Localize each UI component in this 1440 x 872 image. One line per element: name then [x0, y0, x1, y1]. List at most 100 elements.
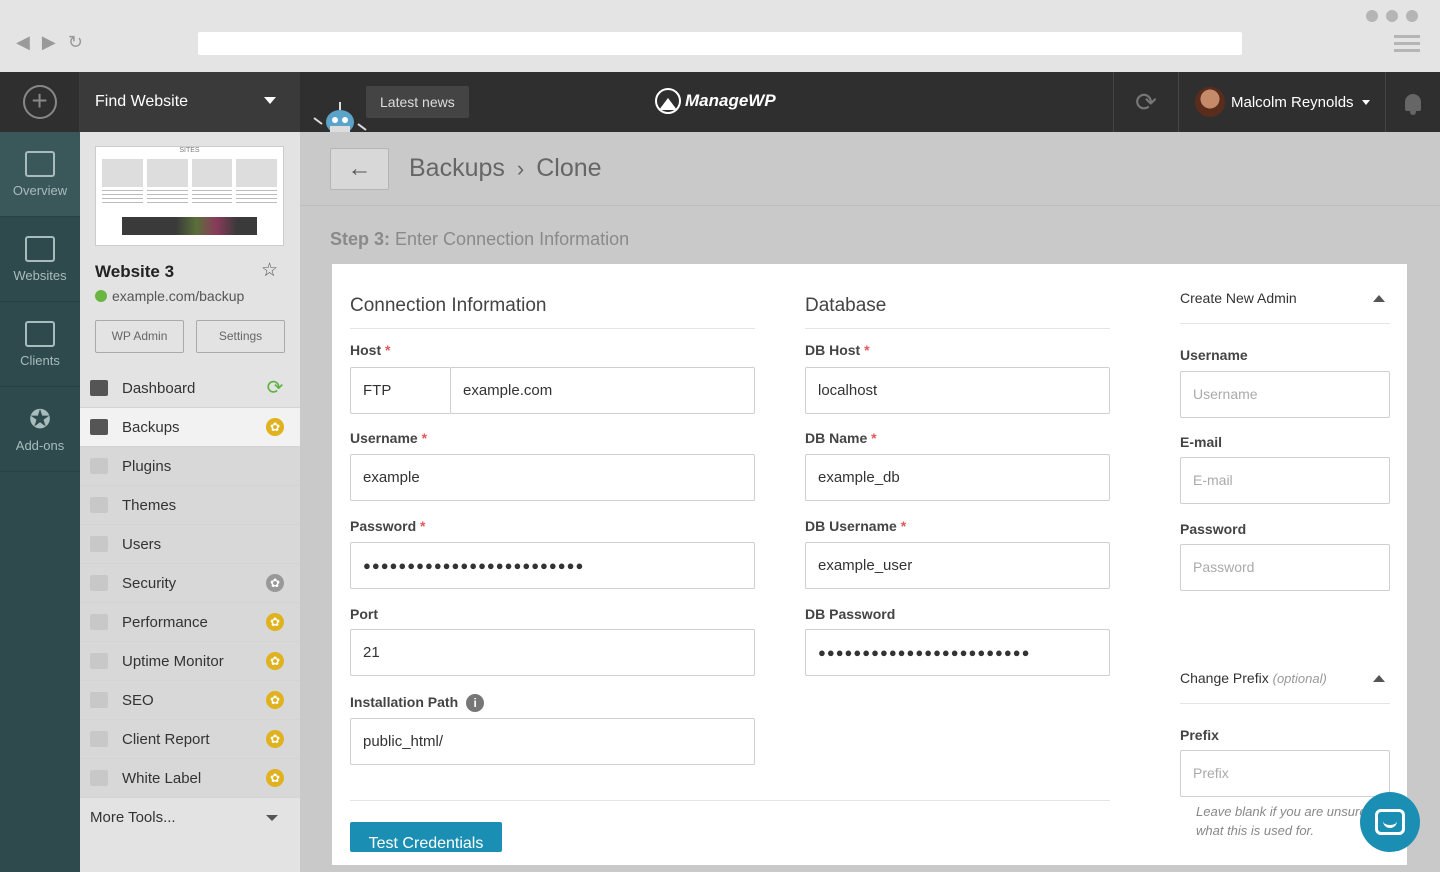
- db-name-input[interactable]: example_db: [805, 454, 1110, 501]
- info-icon[interactable]: i: [466, 694, 485, 712]
- admin-email-input[interactable]: E-mail: [1180, 457, 1390, 504]
- nav-addons[interactable]: ✪ Add-ons: [0, 387, 80, 472]
- db-host-input[interactable]: localhost: [805, 367, 1110, 414]
- menu-white-label-label: White Label: [122, 769, 202, 787]
- shield-icon: [90, 575, 108, 591]
- password-input[interactable]: ●●●●●●●●●●●●●●●●●●●●●●●●●: [350, 542, 755, 589]
- username-label: Username *: [350, 430, 428, 446]
- menu-uptime-label: Uptime Monitor: [122, 652, 224, 670]
- admin-password-input[interactable]: Password: [1180, 544, 1390, 591]
- db-username-input[interactable]: example_user: [805, 542, 1110, 589]
- website-menu: Dashboard ⟳ Backups ✿ Plugins Themes Use…: [80, 369, 300, 837]
- prefix-input[interactable]: Prefix: [1180, 750, 1390, 797]
- reload-icon[interactable]: ↻: [68, 32, 83, 52]
- window-dots: [1366, 10, 1418, 22]
- db-name-label: DB Name *: [805, 430, 877, 446]
- menu-performance-label: Performance: [122, 613, 208, 631]
- find-website-label: Find Website: [95, 93, 189, 110]
- menu-dashboard-label: Dashboard: [122, 379, 196, 397]
- more-tools-toggle[interactable]: More Tools...: [80, 798, 300, 837]
- step-number: Step 3:: [330, 229, 391, 249]
- menu-themes-label: Themes: [122, 496, 177, 514]
- website-url[interactable]: example.com/backup: [95, 288, 244, 304]
- website-thumbnail[interactable]: SITES: [95, 146, 284, 246]
- nav-overview[interactable]: Overview: [0, 132, 80, 217]
- host-input[interactable]: example.com: [450, 367, 755, 414]
- user-menu[interactable]: Malcolm Reynolds: [1180, 72, 1386, 132]
- db-password-input[interactable]: ●●●●●●●●●●●●●●●●●●●●●●●●: [805, 629, 1110, 676]
- avatar: [1195, 87, 1225, 117]
- primary-nav: Overview Websites Clients ✪ Add-ons: [0, 132, 80, 872]
- menu-uptime[interactable]: Uptime Monitor ✿: [80, 642, 300, 681]
- admin-username-input[interactable]: Username: [1180, 371, 1390, 418]
- plug-icon: [90, 458, 108, 474]
- favorite-star-icon[interactable]: ☆: [261, 259, 278, 282]
- db-host-label: DB Host *: [805, 342, 870, 358]
- menu-users-label: Users: [122, 535, 162, 553]
- collapse-caret-icon[interactable]: [1373, 675, 1385, 682]
- gauge-icon: [90, 614, 108, 630]
- forward-arrow-icon[interactable]: ▶: [42, 32, 56, 52]
- host-protocol-select[interactable]: FTP: [350, 367, 451, 414]
- menu-users[interactable]: Users: [80, 525, 300, 564]
- port-label: Port: [350, 606, 378, 622]
- addon-badge-icon: ✿: [266, 613, 284, 631]
- menu-seo[interactable]: SEO ✿: [80, 681, 300, 720]
- user-icon: [90, 536, 108, 552]
- briefcase-icon: [25, 320, 55, 347]
- megaphone-icon: [90, 692, 108, 708]
- wp-admin-button[interactable]: WP Admin: [95, 320, 184, 353]
- addon-badge-icon: ✿: [266, 769, 284, 787]
- menu-plugins[interactable]: Plugins: [80, 447, 300, 486]
- step-text: Enter Connection Information: [395, 229, 630, 249]
- install-path-input[interactable]: public_html/: [350, 718, 755, 765]
- menu-client-report[interactable]: Client Report ✿: [80, 720, 300, 759]
- username-input[interactable]: example: [350, 454, 755, 501]
- pages-icon: [25, 235, 55, 262]
- back-arrow-icon[interactable]: ◀: [16, 32, 30, 52]
- prefix-label: Prefix: [1180, 727, 1219, 743]
- collapse-caret-icon[interactable]: [1373, 295, 1385, 302]
- add-button[interactable]: +: [0, 72, 80, 132]
- breadcrumb-clone: Clone: [536, 154, 602, 182]
- menu-white-label[interactable]: White Label ✿: [80, 759, 300, 798]
- breadcrumb-backups[interactable]: Backups: [409, 154, 505, 183]
- menu-themes[interactable]: Themes: [80, 486, 300, 525]
- tag-icon: [90, 770, 108, 786]
- refresh-icon[interactable]: ⟳: [266, 378, 284, 398]
- logo-mark-icon: [655, 88, 681, 114]
- test-credentials-button[interactable]: Test Credentials: [350, 822, 502, 852]
- logo-text: ManageWP: [685, 91, 776, 110]
- chat-button[interactable]: [1360, 792, 1420, 852]
- palette-icon: [90, 497, 108, 513]
- managewp-logo[interactable]: ManageWP: [655, 88, 776, 114]
- more-tools-label: More Tools...: [90, 809, 176, 826]
- find-website-dropdown[interactable]: Find Website: [80, 72, 300, 132]
- app-topbar: + Find Website Latest news ManageWP ⟳ Ma…: [0, 72, 1440, 132]
- notifications-button[interactable]: [1386, 72, 1440, 132]
- browser-menu-icon[interactable]: [1394, 35, 1420, 56]
- breadcrumb: Backups › Clone: [409, 154, 602, 183]
- port-input[interactable]: 21: [350, 629, 755, 676]
- sync-button[interactable]: ⟳: [1113, 72, 1179, 132]
- address-bar[interactable]: [198, 32, 1242, 55]
- page-header: ← Backups › Clone: [300, 132, 1440, 206]
- settings-button[interactable]: Settings: [196, 320, 285, 353]
- latest-news-button[interactable]: Latest news: [366, 86, 469, 118]
- website-url-text: example.com/backup: [112, 288, 245, 304]
- addon-badge-icon: ✿: [266, 418, 284, 436]
- plus-icon: +: [22, 85, 57, 119]
- menu-performance[interactable]: Performance ✿: [80, 603, 300, 642]
- menu-security[interactable]: Security ✿: [80, 564, 300, 603]
- nav-websites[interactable]: Websites: [0, 217, 80, 302]
- menu-dashboard[interactable]: Dashboard ⟳: [80, 369, 300, 408]
- sync-icon: ⟳: [1135, 86, 1157, 117]
- user-name: Malcolm Reynolds: [1231, 93, 1354, 111]
- chevron-down-icon: [266, 815, 278, 821]
- menu-seo-label: SEO: [122, 691, 154, 709]
- back-button[interactable]: ←: [330, 148, 389, 190]
- menu-backups[interactable]: Backups ✿: [80, 408, 300, 447]
- browser-nav: ◀ ▶ ↻: [16, 32, 83, 52]
- admin-username-label: Username: [1180, 347, 1248, 363]
- nav-clients[interactable]: Clients: [0, 302, 80, 387]
